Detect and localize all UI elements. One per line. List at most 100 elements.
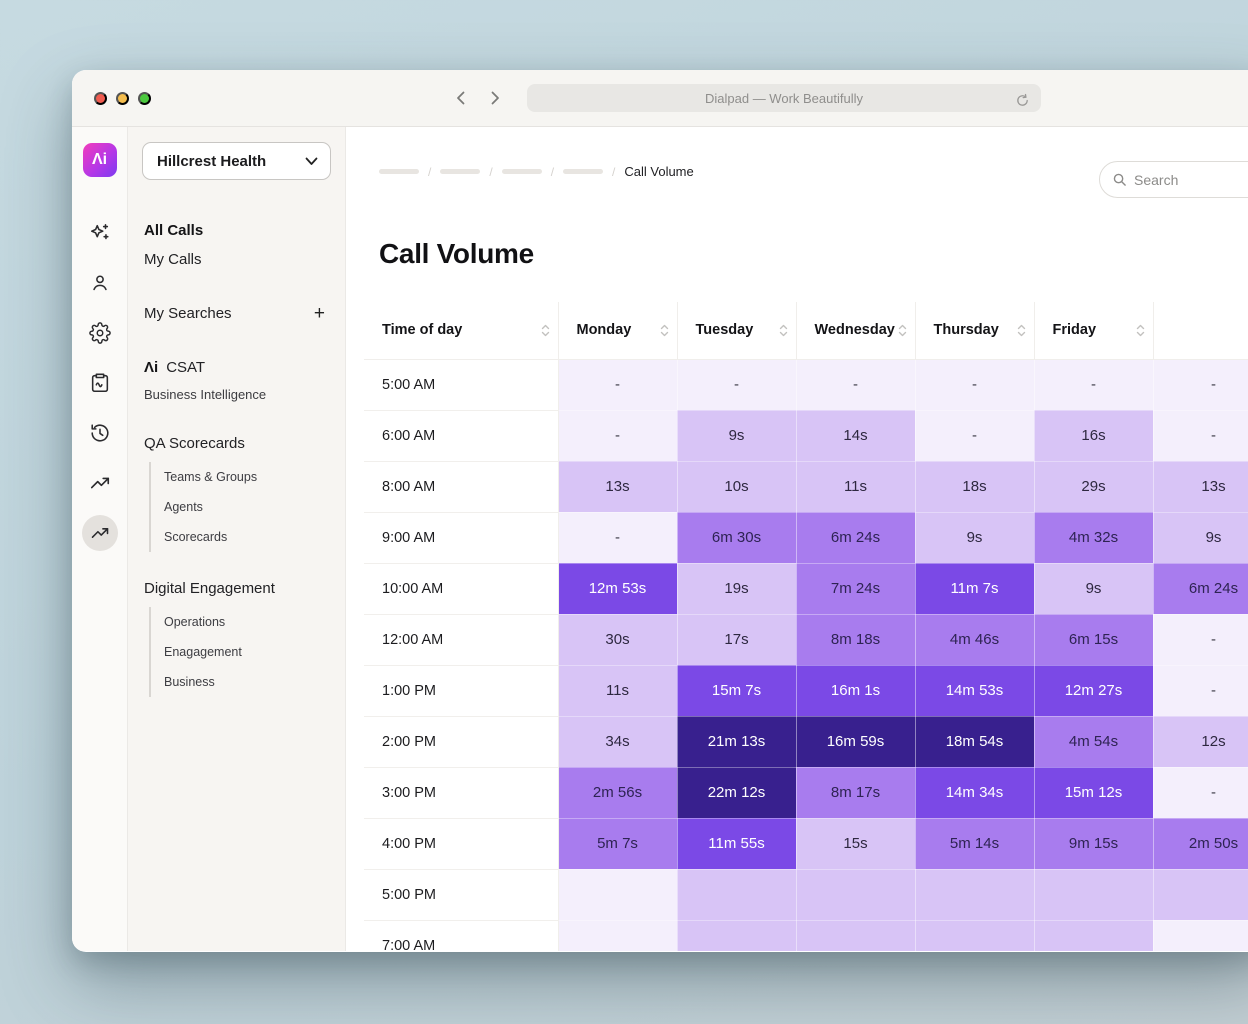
- heatmap-cell: 13s: [1153, 461, 1248, 512]
- qa-scorecards-sublist: Teams & Groups Agents Scorecards: [149, 462, 331, 552]
- heatmap-cell: [558, 869, 677, 920]
- table-row: 8:00 AM13s10s11s18s29s13s: [364, 461, 1248, 512]
- sidebar-item-my-searches[interactable]: My Searches +: [142, 298, 331, 329]
- browser-back-button[interactable]: [450, 87, 472, 109]
- breadcrumb-placeholder: [502, 169, 542, 174]
- sidebar-item-business-intelligence[interactable]: Business Intelligence: [142, 382, 331, 407]
- heatmap-cell: 9s: [1034, 563, 1153, 614]
- table-row: 5:00 PM: [364, 869, 1248, 920]
- breadcrumb-current: Call Volume: [624, 164, 693, 179]
- table-row: 12:00 AM30s17s8m 18s4m 46s6m 15s-: [364, 614, 1248, 665]
- heatmap-cell: [677, 920, 796, 951]
- column-header-tuesday[interactable]: Tuesday: [677, 302, 796, 359]
- chevron-left-icon: [455, 90, 467, 106]
- trending-up-icon[interactable]: [88, 471, 112, 495]
- sidebar-item-digital-engagement[interactable]: Digital Engagement: [142, 574, 331, 603]
- dialpad-ai-logo[interactable]: Λi: [83, 143, 117, 177]
- heatmap-cell: 6m 24s: [1153, 563, 1248, 614]
- heatmap-cell: -: [915, 410, 1034, 461]
- heatmap-cell: -: [677, 359, 796, 410]
- sidebar-item-engagement[interactable]: Enagagement: [164, 637, 331, 667]
- table-row: 7:00 AM: [364, 920, 1248, 951]
- maximize-window-button[interactable]: [138, 92, 151, 105]
- heatmap-cell: 9s: [677, 410, 796, 461]
- sort-icon: [660, 324, 669, 337]
- sidebar-item-agents[interactable]: Agents: [164, 492, 331, 522]
- heatmap-cell: -: [1034, 359, 1153, 410]
- column-header-thursday[interactable]: Thursday: [915, 302, 1034, 359]
- browser-forward-button[interactable]: [484, 87, 506, 109]
- breadcrumb-placeholder: [563, 169, 603, 174]
- heatmap-cell: -: [1153, 665, 1248, 716]
- sidebar-item-scorecards[interactable]: Scorecards: [164, 522, 331, 552]
- browser-reload-button[interactable]: [1011, 89, 1033, 111]
- heatmap-cell: 16m 59s: [796, 716, 915, 767]
- heatmap-cell: 34s: [558, 716, 677, 767]
- sidebar-item-my-calls[interactable]: My Calls: [142, 245, 331, 274]
- heatmap-cell: -: [796, 359, 915, 410]
- heatmap-cell: 18s: [915, 461, 1034, 512]
- sparkles-icon[interactable]: [88, 221, 112, 245]
- workspace-selector[interactable]: Hillcrest Health: [142, 142, 331, 180]
- heatmap-cell: 11s: [796, 461, 915, 512]
- qa-scorecard-clipboard-icon[interactable]: [88, 371, 112, 395]
- minimize-window-button[interactable]: [116, 92, 129, 105]
- add-search-button[interactable]: +: [310, 304, 329, 323]
- search-box[interactable]: [1099, 161, 1248, 198]
- heatmap-cell: [1153, 920, 1248, 951]
- time-of-day-cell: 1:00 PM: [364, 665, 558, 716]
- sidebar-item-qa-scorecards[interactable]: QA Scorecards: [142, 429, 331, 458]
- column-header-wednesday[interactable]: Wednesday: [796, 302, 915, 359]
- table-row: 1:00 PM11s15m 7s16m 1s14m 53s12m 27s-: [364, 665, 1248, 716]
- sidebar-item-business[interactable]: Business: [164, 667, 331, 697]
- table-header: Time of dayMondayTuesdayWednesdayThursda…: [364, 302, 1248, 359]
- logo-glyph: Λi: [92, 151, 107, 169]
- search-icon: [1112, 172, 1127, 187]
- column-header-friday[interactable]: Friday: [1034, 302, 1153, 359]
- heatmap-cell: -: [558, 359, 677, 410]
- search-input[interactable]: [1134, 172, 1248, 188]
- heatmap-cell: 13s: [558, 461, 677, 512]
- table-row: 5:00 AM------: [364, 359, 1248, 410]
- heatmap-cell: -: [558, 512, 677, 563]
- sidebar-item-operations[interactable]: Operations: [164, 607, 331, 637]
- icon-rail: Λi: [72, 127, 128, 951]
- heatmap-cell: 14m 53s: [915, 665, 1034, 716]
- heatmap-cell: 17s: [677, 614, 796, 665]
- call-volume-heatmap-table: Time of dayMondayTuesdayWednesdayThursda…: [364, 302, 1248, 951]
- sidebar-item-csat[interactable]: ΛiCSAT: [142, 353, 331, 382]
- heatmap-cell: 6m 24s: [796, 512, 915, 563]
- sidebar-item-teams-groups[interactable]: Teams & Groups: [164, 462, 331, 492]
- csat-label: CSAT: [166, 359, 205, 376]
- history-clock-icon[interactable]: [88, 421, 112, 445]
- time-of-day-cell: 3:00 PM: [364, 767, 558, 818]
- close-window-button[interactable]: [94, 92, 107, 105]
- column-header-monday[interactable]: Monday: [558, 302, 677, 359]
- heatmap-cell: -: [1153, 767, 1248, 818]
- heatmap-cell: 4m 32s: [1034, 512, 1153, 563]
- user-icon[interactable]: [88, 271, 112, 295]
- heatmap-cell: 9s: [915, 512, 1034, 563]
- heatmap-cell: 14s: [796, 410, 915, 461]
- table-row: 3:00 PM2m 56s22m 12s8m 17s14m 34s15m 12s…: [364, 767, 1248, 818]
- app-window: Dialpad — Work Beautifully Λi: [72, 70, 1248, 952]
- heatmap-cell: 19s: [677, 563, 796, 614]
- column-header-time-of-day[interactable]: Time of day: [364, 302, 558, 359]
- heatmap-cell: [796, 920, 915, 951]
- chevron-right-icon: [489, 90, 501, 106]
- sort-icon: [541, 324, 550, 337]
- heatmap-cell: -: [915, 359, 1034, 410]
- main-content: / / / / Call Volume Call Volume Time of …: [346, 127, 1248, 951]
- column-header-hidden: [1153, 302, 1248, 359]
- heatmap-cell: 8m 17s: [796, 767, 915, 818]
- browser-address-bar[interactable]: Dialpad — Work Beautifully: [527, 84, 1041, 112]
- settings-gear-icon[interactable]: [88, 321, 112, 345]
- heatmap-cell: 11s: [558, 665, 677, 716]
- heatmap-cell: [915, 869, 1034, 920]
- heatmap-trending-up-icon-active[interactable]: [82, 515, 118, 551]
- heatmap-cell: [915, 920, 1034, 951]
- heatmap-cell: 15m 7s: [677, 665, 796, 716]
- sidebar-item-all-calls[interactable]: All Calls: [142, 216, 331, 245]
- heatmap-cell: -: [1153, 359, 1248, 410]
- heatmap-cell: 8m 18s: [796, 614, 915, 665]
